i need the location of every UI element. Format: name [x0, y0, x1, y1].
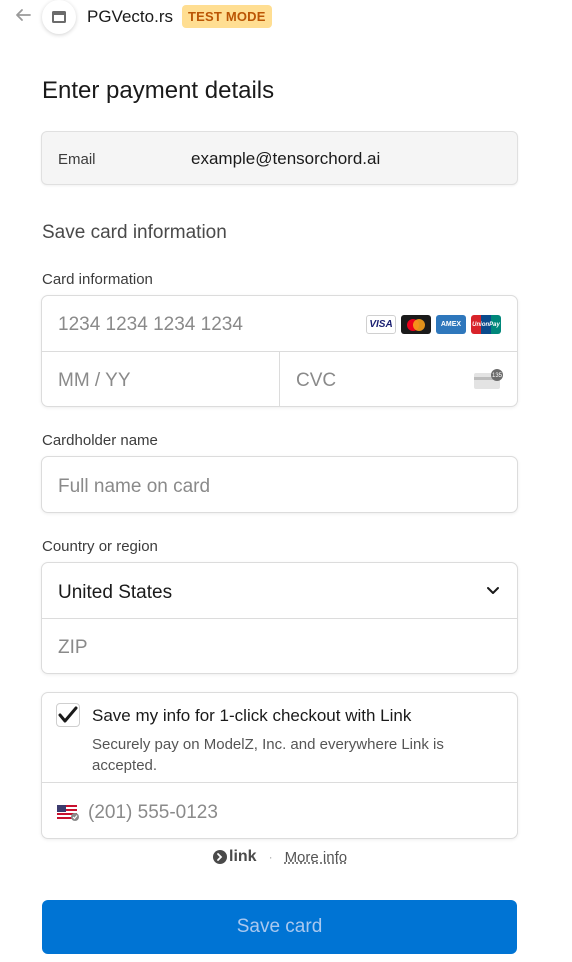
visa-icon: VISA: [366, 315, 396, 334]
link-title: Save my info for 1-click checkout with L…: [92, 706, 412, 725]
link-save-info-box: Save my info for 1-click checkout with L…: [41, 692, 518, 839]
expiry-field[interactable]: MM / YY: [42, 352, 279, 406]
checkmark-icon: [58, 706, 78, 723]
email-label: Email: [58, 151, 96, 168]
expiry-cvc-row: MM / YY CVC 135: [42, 351, 517, 406]
country-select[interactable]: United States: [42, 563, 517, 618]
merchant-logo: [42, 0, 76, 34]
expiry-placeholder: MM / YY: [58, 370, 131, 391]
card-information-group: 1234 1234 1234 1234 VISA AMEX UnionPay M…: [41, 295, 518, 407]
cvc-field[interactable]: CVC 135: [280, 352, 517, 406]
section-title: Save card information: [42, 222, 227, 243]
page-title: Enter payment details: [42, 77, 275, 104]
save-card-button[interactable]: Save card: [42, 900, 517, 954]
cardholder-name-placeholder: Full name on card: [58, 476, 211, 497]
test-mode-badge: TEST MODE: [182, 5, 272, 28]
email-display: Email example@tensorchord.ai: [41, 131, 518, 185]
top-bar: PGVecto.rs TEST MODE: [0, 0, 572, 36]
link-logo-text: link: [229, 848, 257, 865]
card-brands: VISA AMEX UnionPay: [366, 315, 501, 334]
store-icon: [52, 11, 66, 23]
card-information-label: Card information: [42, 271, 153, 288]
link-description: Securely pay on ModelZ, Inc. and everywh…: [92, 736, 444, 774]
cardholder-name-label: Cardholder name: [42, 432, 158, 449]
mastercard-icon: [401, 315, 431, 334]
cvc-placeholder: CVC: [296, 370, 337, 391]
more-info-link[interactable]: More info: [285, 849, 348, 866]
cvc-card-icon: 135: [473, 369, 503, 391]
zip-field[interactable]: ZIP: [42, 618, 517, 673]
email-value: example@tensorchord.ai: [191, 149, 381, 168]
cvc-icon-text: 135: [492, 373, 503, 379]
zip-placeholder: ZIP: [58, 637, 88, 658]
country-group: United States ZIP: [41, 562, 518, 674]
unionpay-icon: UnionPay: [471, 315, 501, 334]
merchant-name: PGVecto.rs: [87, 7, 173, 26]
card-number-field[interactable]: 1234 1234 1234 1234 VISA AMEX UnionPay: [42, 296, 517, 351]
save-info-checkbox[interactable]: [56, 703, 80, 727]
card-number-placeholder: 1234 1234 1234 1234: [58, 314, 243, 335]
link-footer: link · More info: [212, 848, 347, 866]
link-logo: link: [212, 848, 257, 866]
back-arrow-icon[interactable]: [14, 6, 34, 26]
chevron-down-icon: [485, 582, 501, 598]
amex-icon: AMEX: [436, 315, 466, 334]
phone-placeholder: (201) 555-0123: [88, 802, 218, 823]
phone-field[interactable]: (201) 555-0123: [42, 782, 517, 839]
country-selected-value: United States: [58, 582, 173, 603]
country-label: Country or region: [42, 538, 158, 555]
cardholder-name-field[interactable]: Full name on card: [41, 456, 518, 513]
link-separator: ·: [268, 850, 273, 864]
us-flag-icon: [57, 805, 79, 821]
link-arrow-icon: [213, 850, 227, 864]
